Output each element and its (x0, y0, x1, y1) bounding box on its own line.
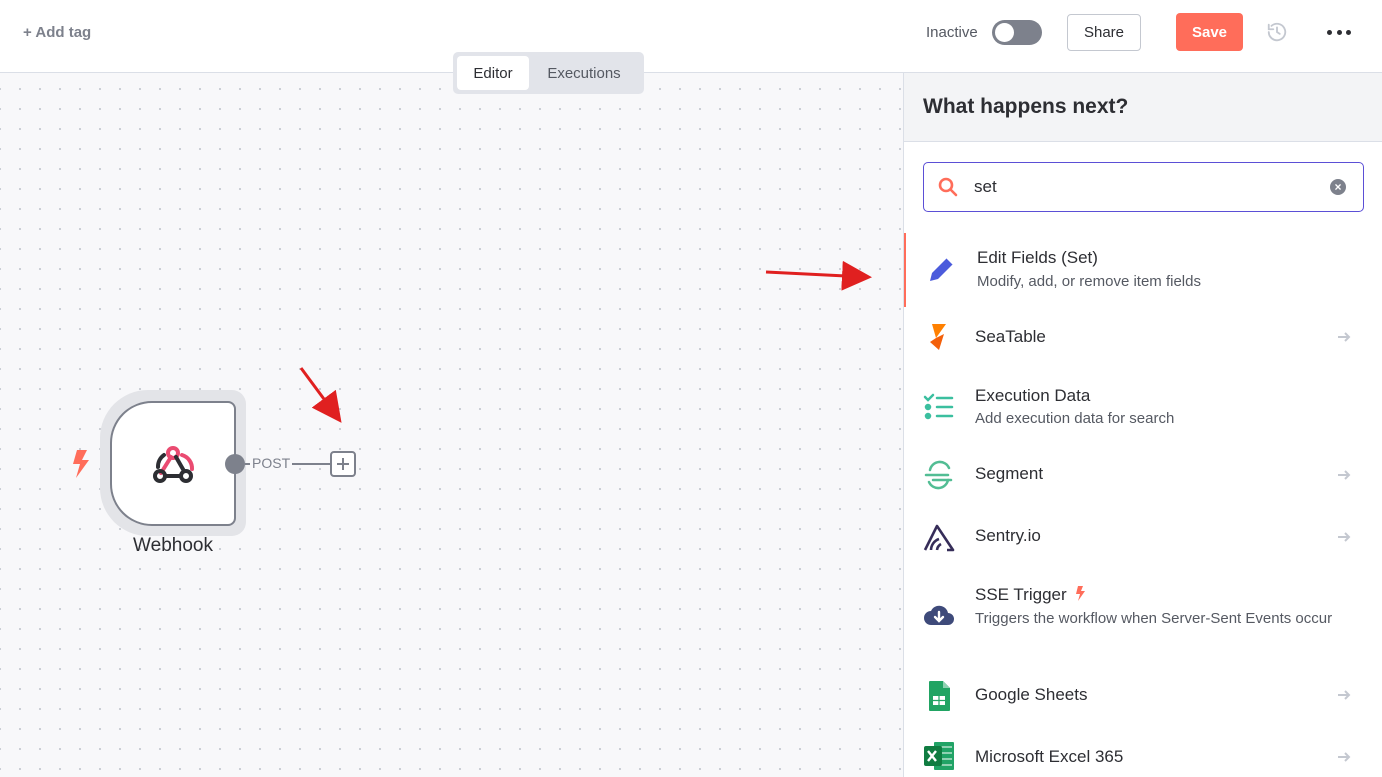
webhook-node-label: Webhook (133, 535, 213, 556)
node-item-title: Execution Data (975, 386, 1091, 405)
google-sheets-icon (929, 681, 950, 711)
add-tag-button[interactable]: + Add tag (23, 24, 91, 41)
history-icon[interactable] (1266, 21, 1288, 43)
save-button[interactable]: Save (1176, 13, 1243, 51)
active-toggle[interactable] (992, 20, 1042, 45)
webhook-icon (153, 445, 194, 483)
search-icon (938, 177, 958, 197)
view-tabs: Editor Executions (453, 52, 644, 94)
node-item-sse-trigger[interactable]: SSE Trigger Triggers the workflow when S… (904, 569, 1382, 669)
node-item-title: Sentry.io (975, 526, 1041, 545)
arrow-right-icon (1338, 470, 1351, 480)
top-bar: + Add tag Inactive Share Save (0, 0, 1382, 73)
node-creator-panel: What happens next? × Edit Fields (Set) M… (903, 73, 1382, 777)
output-handle[interactable] (225, 454, 245, 474)
search-input[interactable] (974, 163, 1314, 211)
arrow-right-icon (1338, 332, 1351, 342)
segment-icon (924, 460, 953, 490)
arrow-right-icon (1338, 690, 1351, 700)
node-item-title: SeaTable (975, 327, 1046, 346)
webhook-node[interactable] (110, 401, 236, 526)
clear-search-icon[interactable]: × (1330, 179, 1346, 195)
node-item-google-sheets[interactable]: Google Sheets (904, 669, 1382, 727)
node-item-title: SSE Trigger (975, 585, 1086, 605)
tab-executions[interactable]: Executions (529, 56, 639, 90)
share-button[interactable]: Share (1067, 14, 1141, 51)
node-item-seatable[interactable]: SeaTable (904, 307, 1382, 367)
pencil-icon (930, 257, 954, 281)
excel-icon (924, 742, 954, 770)
add-node-button[interactable] (330, 451, 356, 477)
node-item-title: Google Sheets (975, 685, 1088, 704)
node-item-description: Add execution data for search (975, 410, 1175, 427)
trigger-bolt-icon (73, 450, 89, 478)
seatable-icon (930, 324, 946, 350)
connection-label: POST (250, 455, 293, 471)
panel-title: What happens next? (904, 73, 1382, 142)
search-box: × (923, 162, 1364, 212)
sentry-icon (923, 524, 955, 552)
plus-icon (337, 458, 349, 470)
node-item-title: Edit Fields (Set) (977, 248, 1098, 267)
tab-editor[interactable]: Editor (457, 56, 529, 90)
toggle-knob (995, 23, 1014, 42)
node-item-description: Modify, add, or remove item fields (977, 273, 1201, 290)
node-item-execution-data[interactable]: Execution Data Add execution data for se… (904, 367, 1382, 447)
active-status-label: Inactive (926, 24, 978, 41)
cloud-download-icon (924, 605, 954, 625)
arrow-right-icon (1338, 532, 1351, 542)
execution-data-icon (923, 393, 954, 420)
node-item-edit-fields[interactable]: Edit Fields (Set) Modify, add, or remove… (904, 233, 1382, 307)
node-item-title: Segment (975, 464, 1044, 483)
node-item-description: Triggers the workflow when Server-Sent E… (975, 610, 1333, 627)
node-item-segment[interactable]: Segment (904, 447, 1382, 503)
more-options-icon[interactable] (1327, 22, 1351, 42)
arrow-right-icon (1338, 752, 1351, 762)
node-item-sentry[interactable]: Sentry.io (904, 503, 1382, 569)
node-item-title: Microsoft Excel 365 (975, 747, 1124, 766)
trigger-bolt-icon (1076, 586, 1086, 601)
node-item-title-text: SSE Trigger (975, 585, 1067, 604)
node-item-microsoft-excel[interactable]: Microsoft Excel 365 (904, 727, 1382, 777)
